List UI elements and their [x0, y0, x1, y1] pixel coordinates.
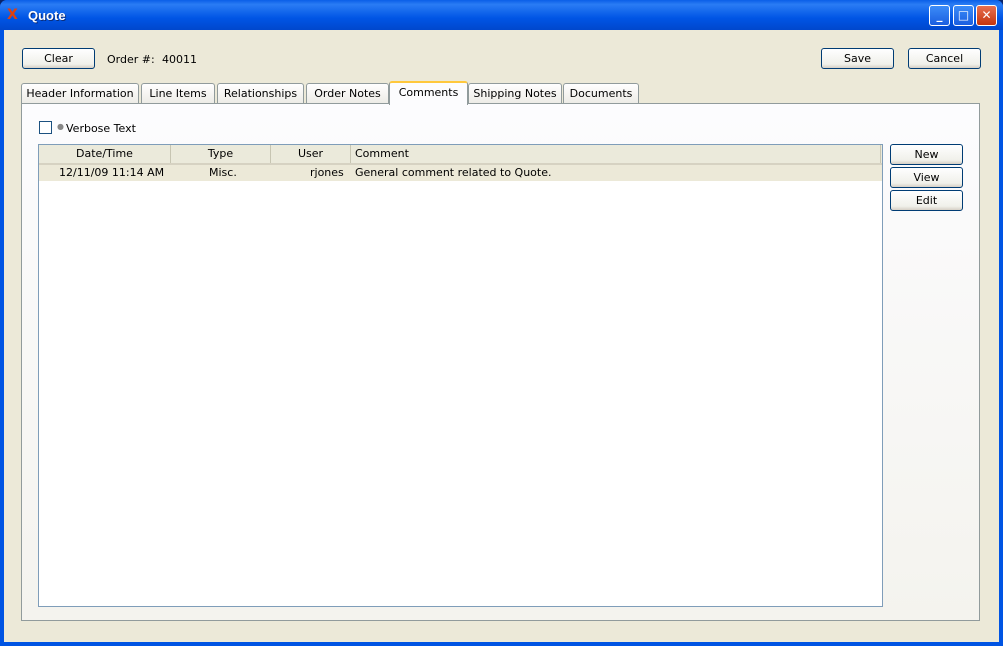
new-button[interactable]: New: [890, 144, 963, 165]
cell-datetime: 12/11/09 11:14 AM: [59, 166, 165, 179]
tab-documents[interactable]: Documents: [563, 83, 639, 104]
maximize-button[interactable]: □: [953, 5, 974, 26]
verbose-text-label: Verbose Text: [66, 122, 136, 135]
table-row[interactable]: 12/11/09 11:14 AM Misc. rjones General c…: [39, 165, 882, 181]
column-header-comment[interactable]: Comment: [351, 145, 881, 163]
cell-comment: General comment related to Quote.: [355, 166, 552, 179]
cell-type: Misc.: [209, 166, 237, 179]
tab-header-information[interactable]: Header Information: [21, 83, 139, 104]
clear-button[interactable]: Clear: [22, 48, 95, 69]
bullet-icon: ●: [57, 122, 64, 131]
column-header-type[interactable]: Type: [171, 145, 271, 163]
column-header-datetime[interactable]: Date/Time: [39, 145, 171, 163]
comments-panel: ● Verbose Text Date/Time Type User Comme…: [21, 103, 980, 621]
title-bar[interactable]: X Quote _ □ ✕: [0, 0, 1003, 30]
verbose-text-checkbox[interactable]: [39, 121, 52, 134]
view-button[interactable]: View: [890, 167, 963, 188]
order-number-label: Order #:: [107, 53, 155, 66]
tab-comments[interactable]: Comments: [389, 81, 468, 105]
cancel-button[interactable]: Cancel: [908, 48, 981, 69]
cell-user: rjones: [310, 166, 344, 179]
quote-window: X Quote _ □ ✕ Clear Order #: 40011 Save …: [0, 0, 1003, 646]
close-button[interactable]: ✕: [976, 5, 997, 26]
comments-table: Date/Time Type User Comment 12/11/09 11:…: [38, 144, 883, 607]
tab-shipping-notes[interactable]: Shipping Notes: [468, 83, 562, 104]
tab-relationships[interactable]: Relationships: [217, 83, 304, 104]
window-client: Clear Order #: 40011 Save Cancel Header …: [4, 30, 999, 642]
window-title: Quote: [28, 8, 66, 23]
save-button[interactable]: Save: [821, 48, 894, 69]
tab-line-items[interactable]: Line Items: [141, 83, 215, 104]
table-header: Date/Time Type User Comment: [39, 145, 882, 165]
edit-button[interactable]: Edit: [890, 190, 963, 211]
tab-order-notes[interactable]: Order Notes: [306, 83, 389, 104]
column-header-user[interactable]: User: [271, 145, 351, 163]
app-icon: X: [7, 7, 18, 23]
minimize-button[interactable]: _: [929, 5, 950, 26]
order-number-value: 40011: [162, 53, 197, 66]
